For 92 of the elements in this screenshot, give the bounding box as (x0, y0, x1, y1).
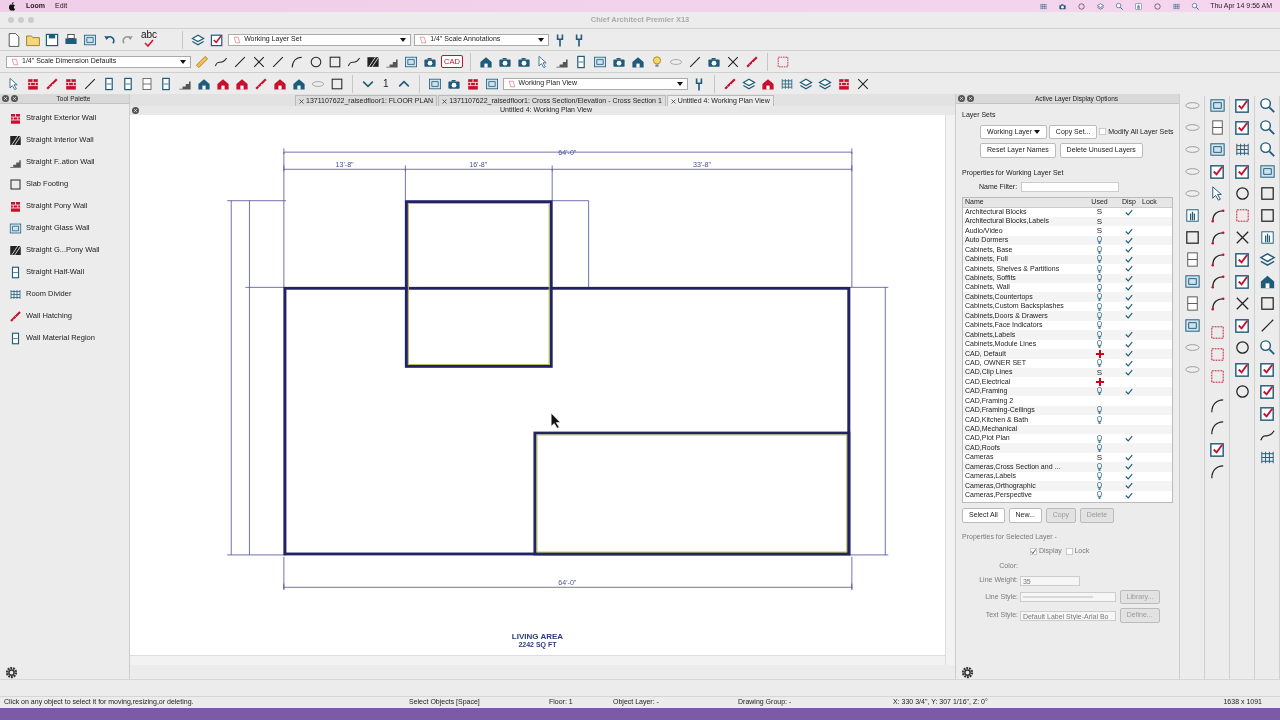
used-mark: S (1096, 226, 1103, 236)
check-icon[interactable] (1125, 208, 1133, 216)
horizontal-scrollbar[interactable] (130, 655, 945, 665)
settings-icon[interactable] (960, 664, 975, 680)
plus-icon (1095, 349, 1104, 358)
check-icon[interactable] (1125, 369, 1133, 377)
tag-icon (233, 35, 242, 44)
check-icon (144, 38, 155, 47)
layers-icon[interactable] (1257, 250, 1277, 269)
checkbox-icon[interactable] (1207, 440, 1227, 459)
magnifier-icon[interactable] (1257, 140, 1277, 159)
room-label: LIVING AREA (511, 633, 564, 641)
tag-icon (507, 79, 516, 88)
caret-icon (180, 59, 186, 64)
camera-icon[interactable] (1058, 1, 1068, 11)
check-icon[interactable] (1125, 454, 1133, 461)
check-icon[interactable] (1125, 340, 1133, 348)
caret-icon (676, 81, 683, 86)
checkbox[interactable] (1099, 128, 1107, 136)
check-icon[interactable] (1125, 435, 1133, 443)
check-icon[interactable] (1125, 227, 1133, 235)
checkbox-icon[interactable] (1232, 316, 1252, 335)
checkbox-icon[interactable] (1257, 360, 1277, 379)
magnifier-icon[interactable] (1191, 1, 1201, 11)
light-bulb-icon (1097, 359, 1102, 368)
floor-number: 1 (382, 77, 390, 91)
blueprint-icon[interactable] (1207, 140, 1227, 159)
cursor-icon (550, 412, 561, 429)
caret-icon (1033, 129, 1040, 134)
caret-icon (400, 37, 407, 42)
check-icon[interactable] (1125, 265, 1133, 273)
close-icon[interactable] (299, 98, 304, 104)
check-icon[interactable] (1125, 312, 1133, 320)
apple-icon[interactable] (8, 1, 16, 11)
layers-icon[interactable] (1096, 1, 1106, 11)
magnifier-icon[interactable] (1257, 338, 1277, 357)
check-icon[interactable] (1125, 387, 1133, 395)
spell-check-button[interactable]: abc (139, 29, 160, 50)
check-icon[interactable] (1125, 255, 1133, 263)
close-icon[interactable] (670, 98, 676, 104)
blueprint-icon[interactable] (1257, 162, 1277, 181)
check-icon[interactable] (1125, 303, 1133, 310)
blueprint-icon[interactable] (1182, 316, 1202, 335)
checkbox-icon[interactable] (1232, 96, 1252, 115)
check-icon[interactable] (1125, 482, 1133, 490)
close-icon[interactable] (442, 98, 448, 104)
blueprint-icon[interactable] (1207, 96, 1227, 115)
tag-icon (11, 57, 19, 66)
magnifier-icon[interactable] (1257, 96, 1277, 115)
striped-bar-icon (8, 308, 23, 324)
blueprint-icon (8, 220, 23, 236)
floppy-icon[interactable] (44, 31, 60, 48)
used-mark: S (1096, 207, 1103, 217)
magnifier-icon[interactable] (1115, 1, 1125, 11)
check-icon[interactable] (1125, 236, 1133, 244)
check-icon[interactable] (1125, 331, 1133, 339)
blueprint-icon[interactable] (1182, 272, 1202, 291)
checkbox-icon[interactable] (1257, 404, 1277, 423)
grid-icon[interactable] (1172, 1, 1182, 11)
checkbox-icon[interactable] (1207, 162, 1227, 181)
check-icon[interactable] (1125, 359, 1133, 367)
check-icon[interactable] (1125, 472, 1133, 480)
vertical-scrollbar[interactable] (945, 115, 955, 665)
cabinet-icon[interactable] (139, 75, 155, 92)
used-mark: S (1096, 367, 1103, 377)
checkbox-icon[interactable] (1257, 382, 1277, 401)
check-icon[interactable] (1125, 350, 1133, 358)
checkbox-icon[interactable] (1232, 360, 1252, 379)
checkbox-icon[interactable] (1232, 118, 1252, 137)
settings-icon[interactable] (4, 664, 19, 680)
used-mark: S (1096, 452, 1103, 462)
check-icon[interactable] (1125, 274, 1133, 282)
caret-icon (538, 37, 545, 42)
light-bulb-icon (1097, 387, 1102, 396)
plus-icon (1095, 378, 1104, 386)
checkbox[interactable] (1030, 548, 1037, 556)
checkbox[interactable] (1065, 548, 1073, 556)
checkbox-icon[interactable] (1232, 250, 1252, 269)
checkbox-icon[interactable] (1232, 272, 1252, 291)
check-icon[interactable] (1125, 284, 1133, 292)
square-icon (8, 176, 23, 192)
check-icon[interactable] (1125, 491, 1133, 499)
grid-icon[interactable] (1039, 1, 1049, 11)
name-filter-field[interactable] (1020, 182, 1119, 193)
check-icon[interactable] (1125, 463, 1133, 471)
checkbox-icon[interactable] (1232, 162, 1252, 181)
used-mark: S (1096, 216, 1103, 226)
page-icon[interactable] (6, 31, 22, 48)
magnifier-icon[interactable] (1257, 118, 1277, 137)
check-icon[interactable] (1125, 246, 1133, 254)
check-icon[interactable] (1125, 293, 1133, 301)
tag-icon (419, 35, 428, 44)
